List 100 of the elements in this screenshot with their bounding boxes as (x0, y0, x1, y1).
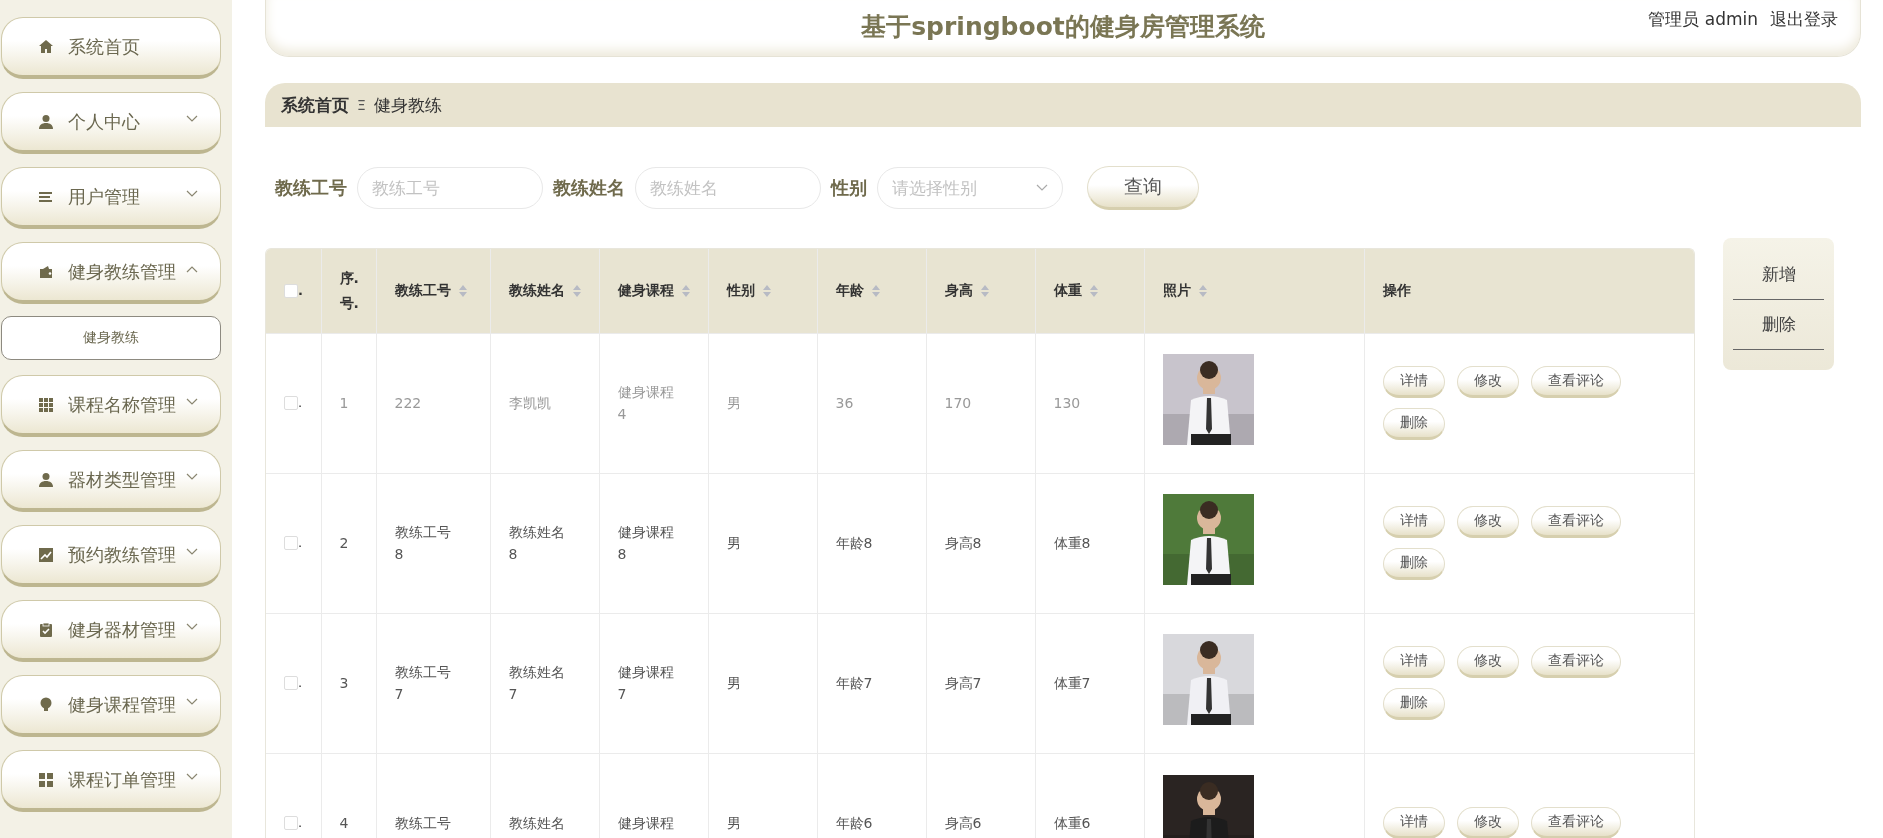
table-cell-text: 教练工号 (394, 814, 452, 834)
action-button[interactable]: 查看评论 (1530, 807, 1621, 838)
table-cell-text: 1 (339, 393, 350, 413)
table-cell-text: 年龄8 (835, 533, 874, 553)
checkbox-label: . (298, 283, 303, 299)
table-cell-text: 身高8 (944, 533, 983, 553)
table-cell-text: 教练姓名 (508, 814, 566, 834)
breadcrumb-separator: Ξ (357, 97, 366, 113)
action-button[interactable]: 查看评论 (1530, 506, 1621, 538)
sidebar-item[interactable]: 健身课程管理 (1, 675, 221, 737)
column-header: 健身课程 (617, 281, 674, 301)
clipboard-icon (38, 621, 54, 638)
action-button[interactable]: 查看评论 (1530, 366, 1621, 398)
action-button[interactable]: 修改 (1456, 506, 1519, 538)
column-header: 照片 (1162, 281, 1191, 301)
input-field[interactable]: 教练姓名 (635, 167, 821, 209)
table-cell-text: 2 (339, 533, 350, 553)
page-title: 基于springboot的健身房管理系统 (861, 10, 1265, 43)
table-cell-text: 健身课程4 (617, 382, 675, 424)
table-cell-text: 年龄6 (835, 814, 874, 834)
chevron-down-icon (1036, 184, 1048, 192)
checkbox-label: . (298, 393, 303, 412)
logout-link[interactable]: 退出登录 (1770, 8, 1838, 31)
checkbox[interactable] (284, 396, 298, 410)
action-button[interactable]: 详情 (1382, 366, 1445, 398)
table-cell-text: 健身课程7 (617, 662, 675, 704)
sidebar-item[interactable]: 个人中心 (1, 92, 221, 154)
submenu-item[interactable]: 健身教练 (1, 316, 221, 360)
action-button[interactable]: 详情 (1382, 506, 1445, 538)
user-label: 管理员 admin (1648, 8, 1758, 31)
table-cell-text: 李凯凯 (508, 393, 552, 413)
wallet-icon (38, 263, 54, 280)
table-cell-text: 男 (726, 393, 742, 413)
table-cell-text: 体重7 (1053, 673, 1092, 693)
search-button[interactable]: 查询 (1087, 166, 1199, 210)
checkbox[interactable] (284, 536, 298, 550)
action-button[interactable]: 详情 (1382, 646, 1445, 678)
action-button[interactable]: 删除 (1382, 688, 1445, 720)
table-cell-text: 教练工号7 (394, 662, 452, 704)
lightbulb-icon (38, 696, 54, 713)
person-icon (38, 113, 54, 130)
table-cell-text: 健身课程8 (617, 522, 675, 564)
person-icon (38, 471, 54, 488)
table-cell-text: 36 (835, 393, 855, 413)
table-cell-text: 年龄7 (835, 673, 874, 693)
filter-label: 教练工号 (275, 176, 347, 200)
sidebar-item[interactable]: 器材类型管理 (1, 450, 221, 512)
column-header: 性别 (726, 281, 755, 301)
filter-label: 教练姓名 (553, 176, 625, 200)
breadcrumb-link[interactable]: 健身教练 (373, 93, 442, 117)
sidebar-item[interactable]: 健身器材管理 (1, 600, 221, 662)
sidebar-item[interactable]: 健身教练管理 (1, 242, 221, 304)
panel-button[interactable]: 删除 (1733, 300, 1824, 350)
action-button[interactable]: 修改 (1456, 366, 1519, 398)
action-button[interactable]: 查看评论 (1530, 646, 1621, 678)
filter-label: 性别 (831, 176, 867, 200)
table-cell-text: 身高7 (944, 673, 983, 693)
table-cell-text: 体重8 (1053, 533, 1092, 553)
action-button[interactable]: 删除 (1382, 408, 1445, 440)
sidebar-item[interactable]: 课程名称管理 (1, 375, 221, 437)
column-header: 体重 (1053, 281, 1082, 301)
column-header: 身高 (944, 281, 973, 301)
breadcrumb-link[interactable]: 系统首页 (281, 93, 349, 117)
sidebar-item[interactable]: 预约教练管理 (1, 525, 221, 587)
sidebar-item[interactable]: 用户管理 (1, 167, 221, 229)
checkbox[interactable] (284, 816, 298, 831)
table-cell-text: 222 (394, 393, 423, 413)
table-cell-text: 教练姓名8 (508, 522, 566, 564)
apps-icon (38, 771, 54, 788)
column-header: 操作 (1382, 281, 1411, 301)
table-cell-text: 教练姓名7 (508, 662, 566, 704)
column-header: 年龄 (835, 281, 864, 301)
action-button[interactable]: 修改 (1456, 807, 1519, 838)
action-button[interactable]: 修改 (1456, 646, 1519, 678)
panel-button[interactable]: 新增 (1733, 250, 1824, 300)
checkbox-label: . (298, 813, 303, 832)
column-header: 教练工号 (394, 281, 451, 301)
input-field[interactable]: 教练工号 (357, 167, 543, 209)
action-button[interactable]: 删除 (1382, 548, 1445, 580)
action-button[interactable]: 详情 (1382, 807, 1445, 838)
checkbox[interactable] (284, 283, 298, 298)
table-cell-text: 4 (339, 814, 350, 834)
sidebar-item[interactable]: 系统首页 (1, 17, 221, 79)
checkbox-label: . (298, 673, 303, 692)
table-cell-text: 3 (339, 673, 350, 693)
table-cell-text: 男 (726, 814, 742, 834)
table-cell-text: 体重6 (1053, 814, 1092, 834)
checkbox[interactable] (284, 676, 298, 690)
column-header: 序.号. (339, 268, 360, 313)
table-cell-text: 男 (726, 533, 742, 553)
grid-icon (38, 396, 54, 413)
table-cell-text: 身高6 (944, 814, 983, 834)
table-cell-text: 170 (944, 393, 973, 413)
table-cell-text: 男 (726, 673, 742, 693)
chart-icon (38, 546, 54, 563)
column-header: 教练姓名 (508, 281, 565, 301)
sidebar-item[interactable]: 课程订单管理 (1, 750, 221, 812)
table-cell-text: 130 (1053, 393, 1082, 413)
table-cell-text: 健身课程 (617, 814, 675, 834)
table-cell-text: 教练工号8 (394, 522, 452, 564)
